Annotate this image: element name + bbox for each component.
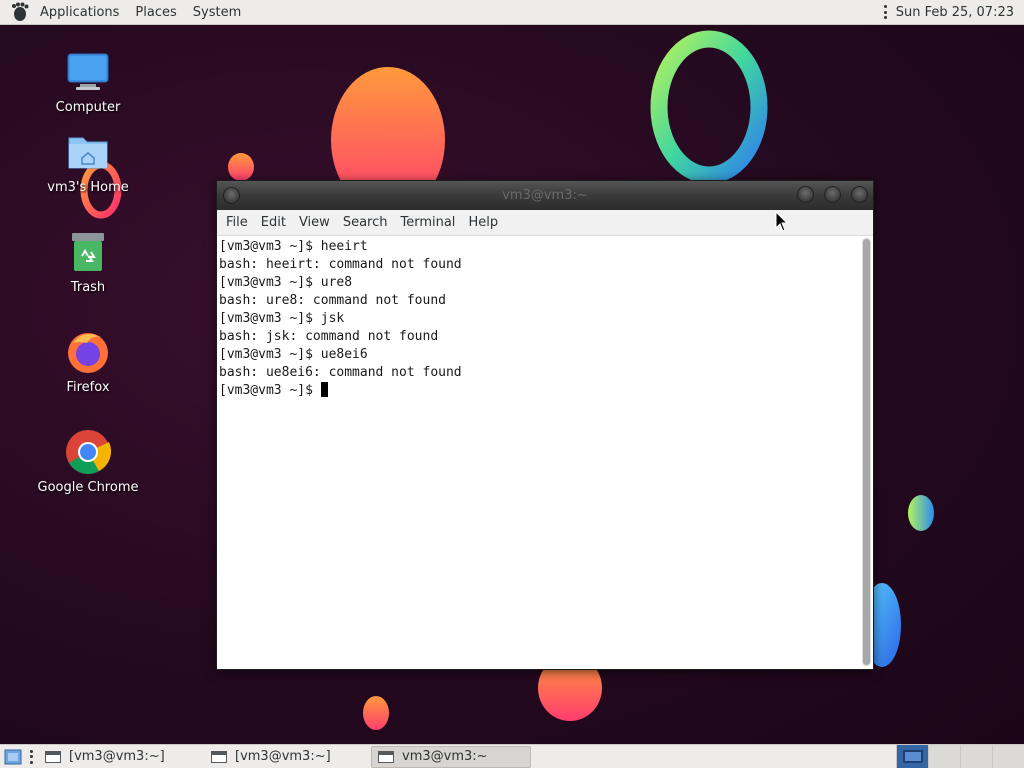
terminal-scrollbar[interactable] bbox=[862, 238, 871, 666]
terminal-window-icon bbox=[211, 750, 227, 763]
menu-view[interactable]: View bbox=[292, 215, 336, 230]
window-title: vm3@vm3:~ bbox=[502, 188, 588, 203]
trash-icon bbox=[64, 228, 112, 276]
text-cursor bbox=[320, 382, 328, 397]
panel-handle-icon[interactable] bbox=[30, 749, 33, 764]
panel-handle-icon[interactable] bbox=[883, 5, 887, 19]
terminal-line: bash: ure8: command not found bbox=[219, 293, 446, 308]
terminal-line: [vm3@vm3 ~]$ ure8 bbox=[219, 275, 353, 290]
workspace-4[interactable] bbox=[992, 744, 1024, 768]
computer-icon bbox=[64, 48, 112, 96]
taskbar-item[interactable]: [vm3@vm3:~] bbox=[205, 746, 365, 768]
workspace-switcher bbox=[896, 744, 1024, 768]
mouse-pointer-icon bbox=[775, 210, 789, 237]
menu-file[interactable]: File bbox=[219, 215, 254, 230]
desktop-icon-computer[interactable]: Computer bbox=[28, 48, 148, 115]
panel-tray: Sun Feb 25, 07:23 bbox=[883, 0, 1024, 25]
taskbar-item-active[interactable]: vm3@vm3:~ bbox=[371, 745, 531, 768]
terminal-line: bash: jsk: command not found bbox=[219, 329, 439, 344]
top-panel: Applications Places System Sun Feb 25, 0… bbox=[0, 0, 1024, 25]
places-menu[interactable]: Places bbox=[127, 0, 184, 25]
desktop-icon-firefox[interactable]: Firefox bbox=[28, 328, 148, 395]
maximize-button[interactable] bbox=[824, 186, 841, 203]
workspace-3[interactable] bbox=[960, 744, 992, 768]
desktop-icon-label: Computer bbox=[55, 100, 121, 115]
system-menu[interactable]: System bbox=[185, 0, 249, 25]
workspace-2[interactable] bbox=[928, 744, 960, 768]
terminal-line: [vm3@vm3 ~]$ heeirt bbox=[219, 239, 368, 254]
menu-edit[interactable]: Edit bbox=[254, 215, 292, 230]
terminal-window-icon bbox=[45, 750, 61, 763]
terminal-prompt-line[interactable]: [vm3@vm3 ~]$ bbox=[219, 382, 462, 400]
workspace-1[interactable] bbox=[896, 744, 928, 768]
home-folder-icon bbox=[64, 128, 112, 176]
desktop-icon-label: Trash bbox=[70, 280, 106, 295]
orange-blob-tiny bbox=[363, 696, 389, 730]
terminal-output[interactable]: [vm3@vm3 ~]$ heeirt bash: heeirt: comman… bbox=[217, 236, 873, 669]
bottom-panel: [vm3@vm3:~] [vm3@vm3:~] vm3@vm3:~ bbox=[0, 744, 1024, 768]
show-desktop-icon[interactable] bbox=[2, 746, 24, 768]
desktop-icon-label: vm3's Home bbox=[47, 180, 129, 195]
green-ring bbox=[650, 30, 768, 184]
taskbar-item-label: vm3@vm3:~ bbox=[402, 749, 488, 764]
orange-blob-small bbox=[228, 153, 254, 181]
window-menu-button[interactable] bbox=[223, 187, 240, 204]
terminal-window-icon bbox=[378, 750, 394, 763]
taskbar-item[interactable]: [vm3@vm3:~] bbox=[39, 746, 199, 768]
close-button[interactable] bbox=[851, 186, 868, 203]
desktop-icon-trash[interactable]: Trash bbox=[28, 228, 148, 295]
desktop-icon-chrome[interactable]: Google Chrome bbox=[28, 428, 148, 495]
firefox-icon bbox=[64, 328, 112, 376]
desktop-icon-label: Firefox bbox=[66, 380, 110, 395]
clock[interactable]: Sun Feb 25, 07:23 bbox=[896, 5, 1014, 20]
taskbar-item-label: [vm3@vm3:~] bbox=[69, 749, 165, 764]
menu-search[interactable]: Search bbox=[336, 215, 394, 230]
terminal-line: bash: ue8ei6: command not found bbox=[219, 365, 462, 380]
terminal-titlebar[interactable]: vm3@vm3:~ bbox=[217, 181, 873, 210]
minimize-button[interactable] bbox=[797, 186, 814, 203]
terminal-prompt: [vm3@vm3 ~]$ bbox=[219, 383, 321, 398]
terminal-window[interactable]: vm3@vm3:~ File Edit View Search Terminal… bbox=[216, 180, 874, 670]
green-blue-blob bbox=[908, 495, 934, 531]
terminal-line: [vm3@vm3 ~]$ ue8ei6 bbox=[219, 347, 368, 362]
terminal-line: bash: heeirt: command not found bbox=[219, 257, 462, 272]
terminal-line: [vm3@vm3 ~]$ jsk bbox=[219, 311, 345, 326]
desktop-icon-label: Google Chrome bbox=[37, 480, 139, 495]
menu-terminal[interactable]: Terminal bbox=[393, 215, 461, 230]
menu-help[interactable]: Help bbox=[461, 215, 504, 230]
chrome-icon bbox=[64, 428, 112, 476]
gnome-foot-icon[interactable] bbox=[8, 1, 32, 23]
applications-menu[interactable]: Applications bbox=[32, 0, 127, 25]
desktop-icon-home[interactable]: vm3's Home bbox=[28, 128, 148, 195]
taskbar-item-label: [vm3@vm3:~] bbox=[235, 749, 331, 764]
scrollbar-thumb[interactable] bbox=[863, 239, 870, 665]
